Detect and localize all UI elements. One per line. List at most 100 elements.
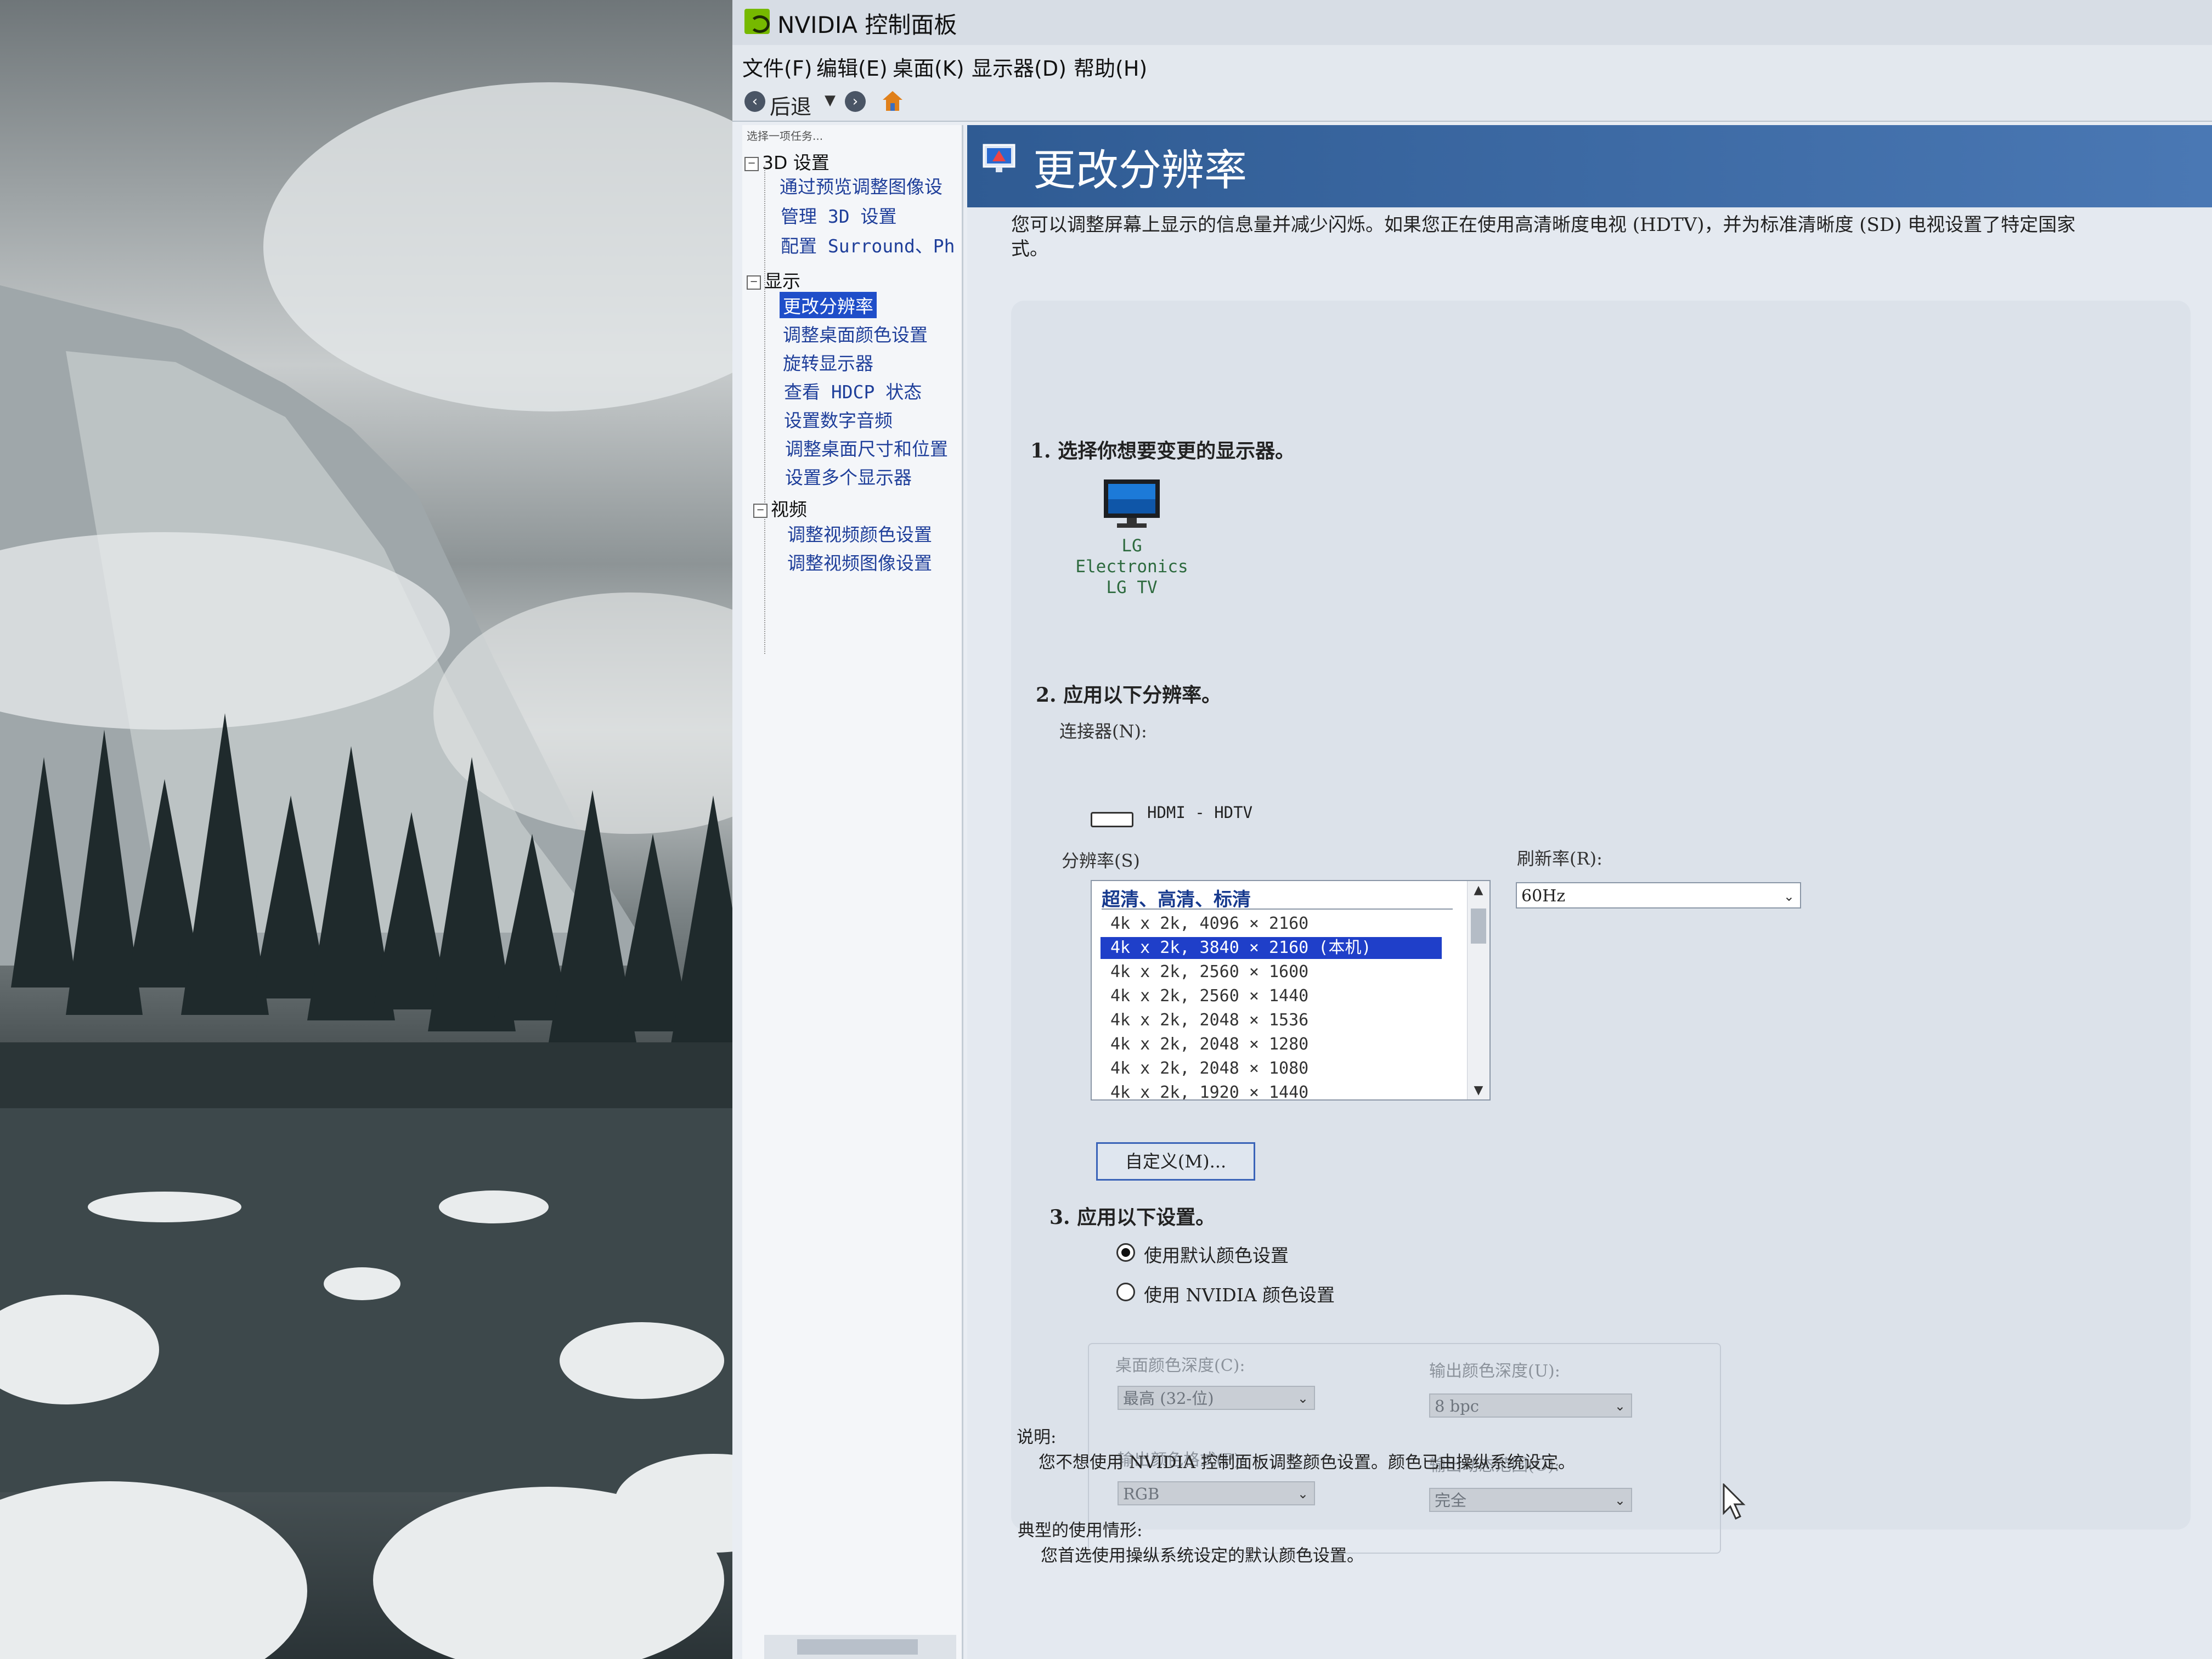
- back-button[interactable]: 后退: [770, 90, 811, 120]
- resolution-option[interactable]: 4k x 2k, 2560 × 1440: [1101, 985, 1442, 1007]
- display-name[interactable]: LG Electronics LG TV: [1066, 535, 1198, 598]
- tree-item-digital-audio[interactable]: 设置数字音频: [784, 406, 893, 432]
- connector-label: 连接器(N):: [1059, 721, 1147, 742]
- wallpaper-landscape: [0, 82, 790, 1659]
- tree-item-desktop-size[interactable]: 调整桌面尺寸和位置: [785, 435, 948, 461]
- menu-desktop[interactable]: 桌面(K): [893, 52, 964, 82]
- display-model: LG TV: [1106, 578, 1158, 597]
- tree-item-rotate-display[interactable]: 旋转显示器: [783, 349, 873, 375]
- description-heading: 说明:: [1017, 1427, 1057, 1447]
- task-tree-sidebar: 选择一项任务... −3D 设置 通过预览调整图像设 管理 3D 设置 配置 S…: [742, 125, 963, 1659]
- page-banner: 更改分辨率: [967, 125, 2212, 207]
- tree-item-change-resolution[interactable]: 更改分辨率: [780, 292, 877, 318]
- desktop-wallpaper: [0, 0, 790, 1659]
- nvidia-logo-icon: [744, 9, 770, 34]
- scroll-up-icon[interactable]: ▲: [1468, 883, 1489, 897]
- connector-value: HDMI - HDTV: [1147, 803, 1253, 822]
- tree-category-label: 视频: [771, 499, 807, 520]
- tree-item-video-image[interactable]: 调整视频图像设置: [787, 549, 932, 575]
- menu-display[interactable]: 显示器(D): [972, 52, 1066, 82]
- display-settings-icon: [983, 144, 1015, 172]
- toolbar: ‹ 后退 ▼ ›: [732, 82, 2212, 122]
- chevron-down-icon: ⌄: [1297, 1486, 1308, 1502]
- scrollbar-thumb[interactable]: [1471, 909, 1486, 944]
- tree-item-surround[interactable]: 配置 Surround、Ph: [781, 232, 955, 258]
- collapse-icon[interactable]: −: [744, 156, 759, 171]
- resolution-option[interactable]: 4k x 2k, 2048 × 1536: [1101, 1009, 1442, 1031]
- home-icon[interactable]: [881, 89, 905, 113]
- tree-connector-line: [764, 166, 765, 654]
- resolution-group-header: 超清、高清、标清: [1102, 889, 1251, 911]
- radio-nvidia-color[interactable]: [1116, 1283, 1135, 1301]
- group-divider: [1102, 909, 1453, 910]
- resolution-list-scrollbar[interactable]: ▲ ▼: [1467, 881, 1489, 1099]
- tree-item-multiple-displays[interactable]: 设置多个显示器: [785, 463, 912, 489]
- radio-nvidia-color-label[interactable]: 使用 NVIDIA 颜色设置: [1144, 1280, 1335, 1307]
- tree-item-manage-3d[interactable]: 管理 3D 设置: [781, 202, 896, 228]
- collapse-icon[interactable]: −: [753, 503, 768, 518]
- resolution-option-selected[interactable]: 4k x 2k, 3840 × 2160 (本机): [1101, 937, 1442, 959]
- resolution-option[interactable]: 4k x 2k, 2048 × 1280: [1101, 1034, 1442, 1056]
- sidebar-horizontal-scrollbar[interactable]: [764, 1635, 956, 1659]
- output-dynamic-range-value: 完全: [1435, 1491, 1467, 1510]
- step3-heading: 3. 应用以下设置。: [1049, 1206, 1216, 1229]
- menu-edit[interactable]: 编辑(E): [816, 52, 888, 82]
- usage-text: 您首选使用操纵系统设定的默认颜色设置。: [1041, 1546, 1364, 1566]
- usage-heading: 典型的使用情形:: [1018, 1521, 1143, 1541]
- output-color-depth-select: 8 bpc ⌄: [1429, 1393, 1632, 1418]
- refresh-rate-select[interactable]: 60Hz ⌄: [1516, 882, 1801, 909]
- resolution-option[interactable]: 4k x 2k, 4096 × 2160: [1101, 913, 1442, 935]
- back-arrow-icon[interactable]: ‹: [744, 91, 765, 112]
- desktop-color-depth-value: 最高 (32-位): [1123, 1389, 1214, 1408]
- page-description-line: 您可以调整屏幕上显示的信息量并减少闪烁。如果您正在使用高清晰度电视 (HDTV)…: [1011, 214, 2076, 236]
- resolution-option[interactable]: 4k x 2k, 2560 × 1600: [1101, 961, 1442, 983]
- radio-default-color[interactable]: [1116, 1243, 1135, 1262]
- tree-category-3d-settings[interactable]: −3D 设置: [744, 148, 830, 174]
- title-bar[interactable]: NVIDIA 控制面板: [732, 0, 2212, 45]
- output-color-depth-label: 输出颜色深度(U):: [1429, 1362, 1560, 1381]
- menu-bar: 文件(F) 编辑(E) 桌面(K) 显示器(D) 帮助(H): [732, 45, 2212, 82]
- back-dropdown-icon[interactable]: ▼: [825, 92, 836, 109]
- custom-resolution-button[interactable]: 自定义(M)...: [1096, 1142, 1255, 1181]
- window-title: NVIDIA 控制面板: [777, 12, 957, 38]
- monitor-icon[interactable]: [1102, 477, 1162, 530]
- display-manufacturer: LG Electronics: [1075, 536, 1188, 577]
- output-dynamic-range-select: 完全 ⌄: [1429, 1488, 1632, 1512]
- radio-default-color-label[interactable]: 使用默认颜色设置: [1144, 1241, 1289, 1267]
- output-color-format-value: RGB: [1123, 1485, 1160, 1503]
- page-description: 您可以调整屏幕上显示的信息量并减少闪烁。如果您正在使用高清晰度电视 (HDTV)…: [1011, 213, 2191, 261]
- output-color-depth-value: 8 bpc: [1435, 1397, 1480, 1415]
- refresh-rate-label: 刷新率(R):: [1517, 848, 1602, 869]
- resolution-option[interactable]: 4k x 2k, 1920 × 1440: [1101, 1082, 1442, 1099]
- description-text: 您不想使用 NVIDIA 控制面板调整颜色设置。颜色已由操纵系统设定。: [1039, 1453, 1575, 1472]
- resolution-option[interactable]: 4k x 2k, 2048 × 1080: [1101, 1058, 1442, 1080]
- desktop-color-depth-select: 最高 (32-位) ⌄: [1118, 1386, 1315, 1410]
- tree-item-video-color[interactable]: 调整视频颜色设置: [787, 520, 932, 546]
- tree-category-display[interactable]: − 显示: [747, 267, 800, 293]
- forward-arrow-icon[interactable]: ›: [845, 91, 866, 112]
- refresh-rate-value: 60Hz: [1521, 887, 1566, 906]
- page-description-line: 式。: [1011, 238, 1048, 260]
- desktop-color-depth-label: 桌面颜色深度(C):: [1115, 1356, 1245, 1375]
- scroll-down-icon[interactable]: ▼: [1468, 1084, 1489, 1097]
- tree-category-label: 3D 设置: [762, 152, 830, 173]
- tree-item-desktop-color[interactable]: 调整桌面颜色设置: [783, 320, 928, 347]
- hdmi-connector-icon: [1091, 812, 1133, 827]
- tree-item-hdcp-status[interactable]: 查看 HDCP 状态: [784, 377, 922, 404]
- resolution-list[interactable]: 超清、高清、标清 4k x 2k, 4096 × 2160 4k x 2k, 3…: [1091, 880, 1491, 1101]
- tree-category-video[interactable]: − 视频: [753, 495, 807, 521]
- scrollbar-thumb[interactable]: [797, 1639, 918, 1655]
- step1-heading: 1. 选择你想要变更的显示器。: [1030, 439, 1295, 462]
- menu-help[interactable]: 帮助(H): [1074, 52, 1147, 82]
- step2-heading: 2. 应用以下分辨率。: [1036, 684, 1222, 707]
- collapse-icon[interactable]: −: [747, 275, 761, 290]
- output-color-format-select: RGB ⌄: [1118, 1481, 1315, 1505]
- task-tree-caption: 选择一项任务...: [747, 129, 823, 143]
- menu-file[interactable]: 文件(F): [742, 52, 812, 82]
- resolution-label: 分辨率(S): [1062, 850, 1140, 871]
- chevron-down-icon: ⌄: [1614, 1493, 1626, 1508]
- tree-item-preview-image[interactable]: 通过预览调整图像设: [780, 172, 943, 199]
- mouse-cursor-icon: [1723, 1483, 1746, 1520]
- chevron-down-icon: ⌄: [1614, 1398, 1626, 1414]
- tree-category-label: 显示: [764, 270, 800, 292]
